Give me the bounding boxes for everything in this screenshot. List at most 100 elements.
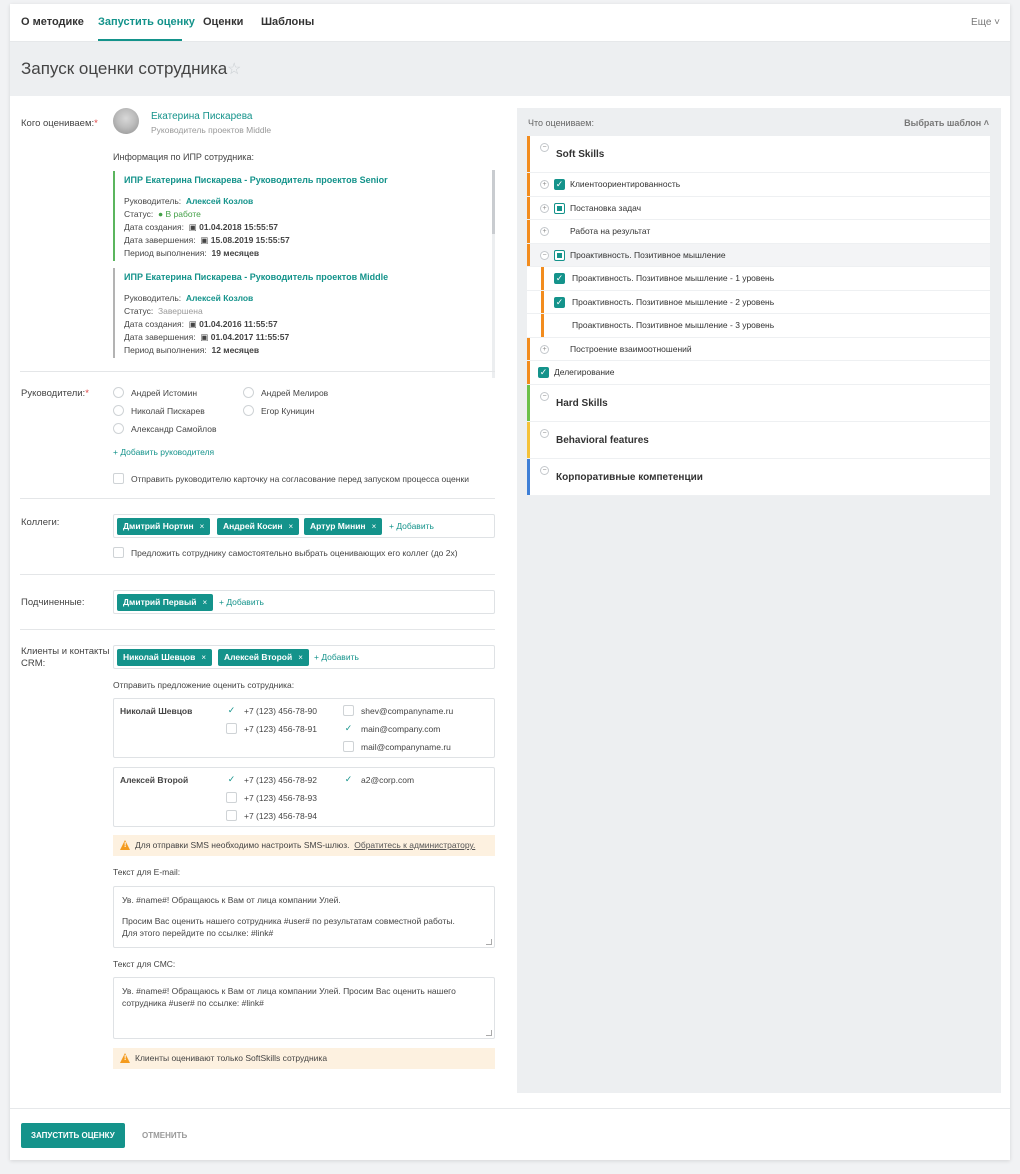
expand-icon[interactable]: − [540,428,549,438]
phone-checkbox[interactable] [226,723,237,734]
expand-icon[interactable]: − [540,465,549,475]
client-chip[interactable]: Алексей Второй × [218,649,309,666]
competency-checkbox[interactable] [554,202,565,214]
ipr-title-link[interactable]: ИПР Екатерина Пискарева - Руководитель п… [124,175,388,185]
colleague-chip[interactable]: Андрей Косин × [217,518,300,535]
subordinate-chip[interactable]: Дмитрий Первый × [117,594,214,611]
approval-checkbox[interactable] [113,473,124,484]
group-corporate[interactable]: − Корпоративные компетенции [527,458,990,496]
collapse-icon[interactable]: − [540,143,549,152]
competencies-panel: Что оцениваем: Выбрать шаблон ˄ − Soft S… [517,108,1001,1093]
competency-level-row[interactable]: ✓ Проактивность. Позитивное мышление - 2… [527,290,990,314]
main-card: О методике Запустить оценку Оценки Шабло… [10,4,1010,1160]
group-hard-skills[interactable]: − Hard Skills [527,384,990,422]
competency-row[interactable]: − Проактивность. Позитивное мышление [527,243,990,267]
ipr-block-2: ИПР Екатерина Пискарева - Руководитель п… [113,268,487,358]
status-play-icon: ● [157,209,164,219]
more-menu[interactable]: Еще ˅ [971,17,1000,28]
sms-text-area[interactable]: Ув. #name#! Обращаюсь к Вам от лица комп… [113,977,495,1039]
level-checkbox[interactable]: ✓ [554,296,565,308]
add-manager-link[interactable]: + Добавить руководителя [113,447,214,457]
phone-checkbox[interactable]: ✓ [226,774,237,785]
competency-level-row[interactable]: ✓ Проактивность. Позитивное мышление - 1… [527,267,990,291]
expand-icon[interactable]: + [540,227,549,236]
competency-row[interactable]: + ✓ Клиентоориентированность [527,173,990,197]
page-title: Запуск оценки сотрудника [21,59,228,78]
contact-admin-link[interactable]: Обратитесь к администратору. [354,840,475,850]
tab-run-evaluation[interactable]: Запустить оценку [98,16,195,28]
phone-checkbox[interactable]: ✓ [226,705,237,716]
self-select-label: Предложить сотруднику самостоятельно выб… [131,548,458,558]
phone-checkbox[interactable] [226,792,237,803]
manager-radio[interactable] [243,387,254,398]
favorite-star-icon[interactable]: ☆ [227,59,241,79]
group-soft-skills[interactable]: − Soft Skills [527,136,990,173]
self-select-checkbox[interactable] [113,547,124,558]
expand-icon[interactable]: − [540,391,549,401]
competency-row[interactable]: ✓ Делегирование [527,361,990,385]
manager-radio[interactable] [243,405,254,416]
phone-value: +7 (123) 456-78-93 [244,793,318,803]
competency-row[interactable]: + Построение взаимоотношений [527,337,990,361]
manager-option: Александр Самойлов [131,424,217,434]
clients-input[interactable]: Николай Шевцов × Алексей Второй × + Добави… [113,645,495,669]
managers-label: Руководители:* [21,388,89,399]
competency-checkbox[interactable] [554,249,565,261]
resize-grip-icon[interactable] [486,939,492,945]
competency-row[interactable]: + Постановка задач [527,196,990,220]
group-behavioral[interactable]: − Behavioral features [527,421,990,459]
add-colleague-link[interactable]: + Добавить [389,521,434,531]
tab-evaluations[interactable]: Оценки [203,16,243,28]
sms-text-label: Текст для СМС: [113,959,176,969]
ipr-scrollbar[interactable] [492,170,495,378]
manager-radio[interactable] [113,405,124,416]
client-chip[interactable]: Николай Шевцов × [117,649,213,666]
choose-template-dropdown[interactable]: Выбрать шаблон ˄ [904,118,989,128]
calendar-icon: ▣ [200,235,209,245]
phone-checkbox[interactable] [226,810,237,821]
expand-icon[interactable]: + [540,203,549,213]
add-client-link[interactable]: + Добавить [314,652,359,662]
colleague-chip[interactable]: Артур Минин × [304,518,383,535]
competency-level-row[interactable]: Проактивность. Позитивное мышление - 3 у… [527,314,990,338]
competency-checkbox[interactable]: ✓ [554,179,565,190]
manager-radio[interactable] [113,387,124,398]
email-checkbox[interactable] [343,705,354,716]
competency-checkbox[interactable] [554,226,565,237]
level-checkbox[interactable] [554,320,565,331]
tab-about[interactable]: О методике [21,16,84,28]
email-checkbox[interactable] [343,741,354,752]
competency-checkbox[interactable] [554,343,565,355]
colleague-chip[interactable]: Дмитрий Нортин × [117,518,211,535]
competencies-header: Что оцениваем: [528,118,594,128]
resize-grip-icon[interactable] [486,1030,492,1036]
tab-templates[interactable]: Шаблоны [261,16,314,28]
run-evaluation-button[interactable]: ЗАПУСТИТЬ ОЦЕНКУ [21,1123,125,1148]
ipr-title-link[interactable]: ИПР Екатерина Пискарева - Руководитель п… [124,272,388,282]
colleagues-input[interactable]: Дмитрий Нортин × Андрей Косин × Артур Мини… [113,514,495,538]
remove-icon: × [298,653,303,662]
email-checkbox[interactable]: ✓ [343,723,354,734]
ipr-manager: Руководитель: Алексей Козлов [124,196,254,206]
subordinates-input[interactable]: Дмитрий Первый × + Добавить [113,590,495,614]
expand-icon[interactable]: + [540,180,549,189]
email-checkbox[interactable]: ✓ [343,774,354,785]
remove-icon: × [199,522,205,531]
employee-label: Кого оцениваем:* [21,118,98,129]
employee-name-link[interactable]: Екатерина Пискарева [151,111,252,122]
manager-radio[interactable] [113,423,124,434]
phone-value: +7 (123) 456-78-94 [244,811,318,821]
colleagues-label: Коллеги: [21,517,60,528]
ipr-heading: Информация по ИПР сотрудника: [113,152,254,162]
email-text-area[interactable]: Ув. #name#! Обращаюсь к Вам от лица комп… [113,886,495,948]
competency-row[interactable]: + Работа на результат [527,220,990,244]
scrollbar-thumb[interactable] [492,170,495,234]
ipr-created: Дата создания: ▣ 01.04.2016 11:55:57 [124,319,278,329]
manager-option: Егор Куницин [261,406,315,416]
expand-icon[interactable]: + [540,344,549,354]
competency-checkbox[interactable]: ✓ [538,367,549,378]
collapse-icon[interactable]: − [540,250,549,260]
level-checkbox[interactable]: ✓ [554,273,565,284]
cancel-button[interactable]: ОТМЕНИТЬ [142,1131,187,1140]
add-subordinate-link[interactable]: + Добавить [219,597,264,607]
